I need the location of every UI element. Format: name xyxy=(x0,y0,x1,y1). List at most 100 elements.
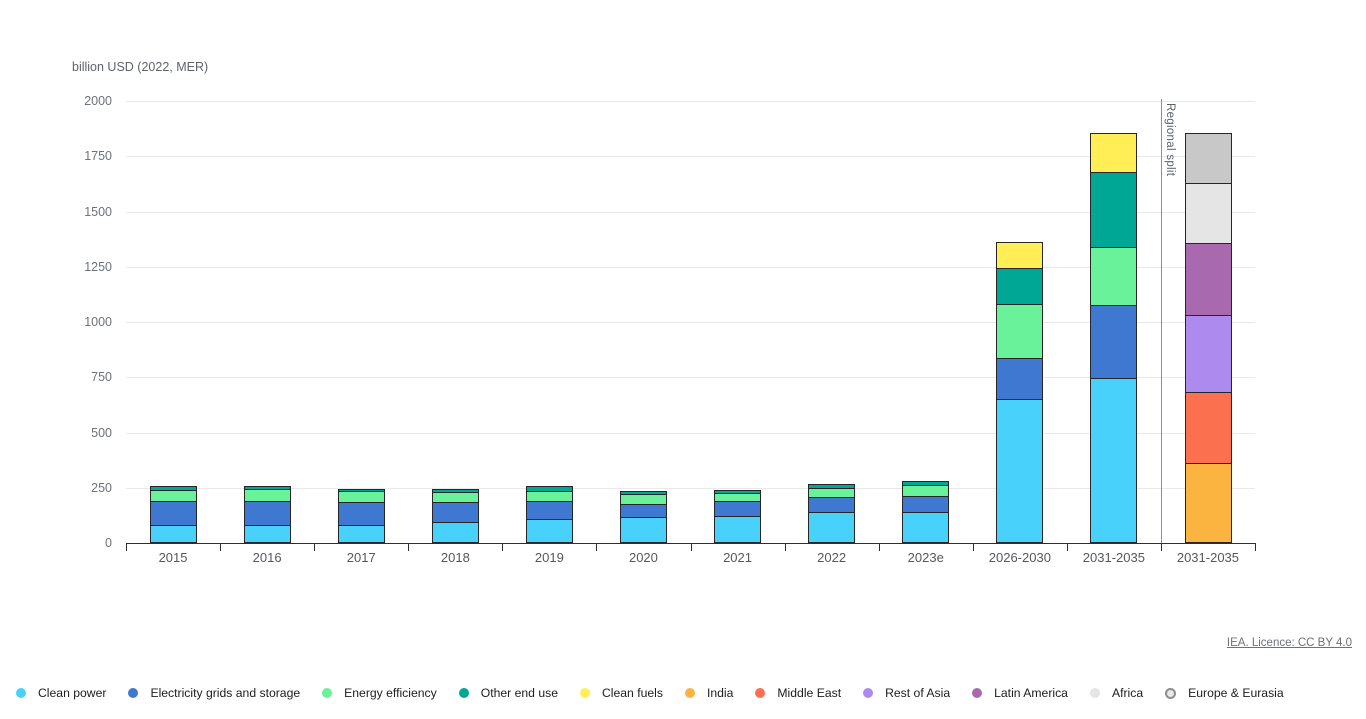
bar-segment[interactable] xyxy=(1186,133,1231,183)
bar-segment[interactable] xyxy=(903,512,948,542)
bar-segment[interactable] xyxy=(997,399,1042,542)
bar-segment[interactable] xyxy=(1186,315,1231,392)
legend-item[interactable]: Middle East xyxy=(755,686,841,700)
gridline xyxy=(126,377,1255,378)
bar-segment[interactable] xyxy=(339,525,384,542)
legend-item[interactable]: Clean power xyxy=(16,686,106,700)
legend-item-label: Electricity grids and storage xyxy=(150,686,300,700)
x-axis-category-label: 2019 xyxy=(502,550,596,566)
x-axis-tick xyxy=(1255,543,1256,551)
bar xyxy=(620,491,667,543)
legend-item[interactable]: Europe & Eurasia xyxy=(1165,686,1284,700)
legend: Clean power Electricity grids and storage… xyxy=(16,686,1356,700)
bar-segment[interactable] xyxy=(621,517,666,542)
bar-segment[interactable] xyxy=(151,501,196,526)
bar-segment[interactable] xyxy=(997,358,1042,399)
bar-segment[interactable] xyxy=(903,485,948,496)
bar-segment[interactable] xyxy=(1186,392,1231,463)
x-axis-category-label: 2021 xyxy=(691,550,785,566)
legend-item-label: Middle East xyxy=(777,686,841,700)
bar-segment[interactable] xyxy=(1186,463,1231,542)
legend-item[interactable]: India xyxy=(685,686,733,700)
x-axis-category-label: 2018 xyxy=(408,550,502,566)
bar xyxy=(996,242,1043,543)
legend-dot-icon xyxy=(685,688,695,698)
bar xyxy=(1090,133,1137,543)
bar-segment[interactable] xyxy=(809,497,854,512)
bar-segment[interactable] xyxy=(433,502,478,522)
bar-segment[interactable] xyxy=(245,489,290,500)
legend-item-label: Europe & Eurasia xyxy=(1188,686,1284,700)
legend-item-label: Clean power xyxy=(38,686,106,700)
bar-segment[interactable] xyxy=(1091,133,1136,172)
bar xyxy=(150,486,197,543)
x-axis-line xyxy=(126,543,1255,544)
legend-item[interactable]: Rest of Asia xyxy=(863,686,950,700)
bar-segment[interactable] xyxy=(245,501,290,525)
clean-energy-investment-chart: billion USD (2022, MER) 0250500750100012… xyxy=(0,0,1366,719)
x-axis-category-label: 2023e xyxy=(879,550,973,566)
bar-segment[interactable] xyxy=(339,502,384,525)
legend-item[interactable]: Other end use xyxy=(459,686,558,700)
legend-item-label: Rest of Asia xyxy=(885,686,950,700)
bar-segment[interactable] xyxy=(245,525,290,542)
bar-segment[interactable] xyxy=(997,268,1042,304)
legend-item[interactable]: Clean fuels xyxy=(580,686,663,700)
legend-item-label: Clean fuels xyxy=(602,686,663,700)
bar-segment[interactable] xyxy=(527,501,572,519)
legend-dot-icon xyxy=(128,688,138,698)
bar-segment[interactable] xyxy=(903,496,948,512)
y-axis-tick-label: 2000 xyxy=(58,94,112,108)
bar-segment[interactable] xyxy=(1186,183,1231,243)
bar xyxy=(244,486,291,543)
bar-segment[interactable] xyxy=(1091,378,1136,542)
regional-split-label: Regional split xyxy=(1164,103,1176,176)
bar-segment[interactable] xyxy=(527,491,572,501)
bar-segment[interactable] xyxy=(997,304,1042,358)
legend-item[interactable]: Latin America xyxy=(972,686,1068,700)
legend-dot-icon xyxy=(1165,688,1176,699)
bar-segment[interactable] xyxy=(433,522,478,542)
bar-segment[interactable] xyxy=(1186,243,1231,315)
gridline xyxy=(126,433,1255,434)
legend-item-label: India xyxy=(707,686,733,700)
bar-segment[interactable] xyxy=(715,516,760,542)
bar-segment[interactable] xyxy=(339,491,384,503)
bar-segment[interactable] xyxy=(1091,172,1136,247)
gridline xyxy=(126,101,1255,102)
x-axis-category-label: 2031-2035 xyxy=(1161,550,1255,566)
bar-segment[interactable] xyxy=(1091,305,1136,379)
bar-segment[interactable] xyxy=(433,492,478,503)
bar-segment[interactable] xyxy=(151,490,196,501)
legend-item[interactable]: Electricity grids and storage xyxy=(128,686,300,700)
legend-dot-icon xyxy=(322,688,332,698)
legend-item[interactable]: Africa xyxy=(1090,686,1143,700)
bar-segment[interactable] xyxy=(527,519,572,542)
x-axis-category-label: 2020 xyxy=(596,550,690,566)
y-axis-unit-label: billion USD (2022, MER) xyxy=(72,60,208,74)
bar-segment[interactable] xyxy=(715,493,760,500)
bar-segment[interactable] xyxy=(151,525,196,542)
source-licence-link[interactable]: IEA. Licence: CC BY 4.0 xyxy=(1227,637,1352,649)
bar-segment[interactable] xyxy=(621,504,666,517)
bar-segment[interactable] xyxy=(809,488,854,497)
bar xyxy=(902,481,949,544)
gridline xyxy=(126,156,1255,157)
gridline xyxy=(126,322,1255,323)
bar-segment[interactable] xyxy=(715,501,760,516)
x-axis-category-label: 2022 xyxy=(785,550,879,566)
bar xyxy=(338,489,385,543)
bar xyxy=(526,486,573,543)
x-axis-category-label: 2017 xyxy=(314,550,408,566)
gridline xyxy=(126,212,1255,213)
bar-segment[interactable] xyxy=(997,242,1042,269)
legend-item-label: Other end use xyxy=(481,686,558,700)
legend-dot-icon xyxy=(459,688,469,698)
legend-item[interactable]: Energy efficiency xyxy=(322,686,437,700)
bar-segment[interactable] xyxy=(621,494,666,504)
regional-split-divider xyxy=(1161,99,1162,543)
bar-segment[interactable] xyxy=(1091,247,1136,305)
y-axis-tick-label: 750 xyxy=(58,370,112,384)
bar-segment[interactable] xyxy=(809,512,854,542)
y-axis-tick-label: 500 xyxy=(58,426,112,440)
